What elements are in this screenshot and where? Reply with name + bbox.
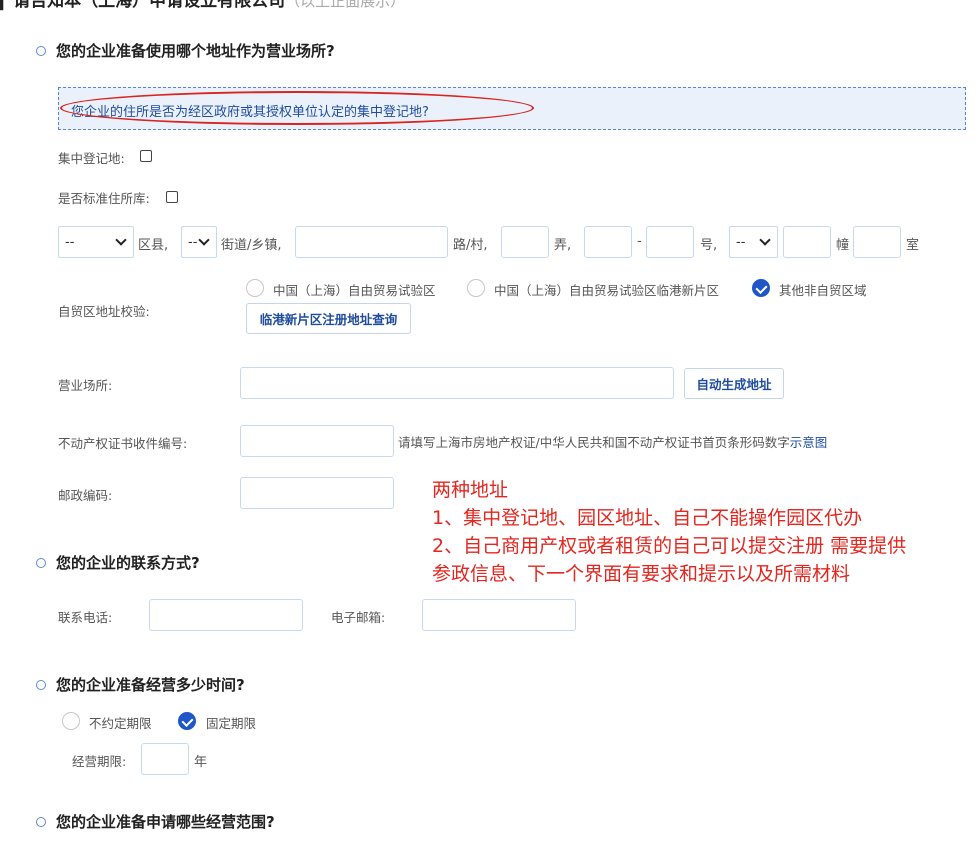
building-input[interactable] <box>783 226 831 258</box>
standard-address-library-checkbox[interactable] <box>166 191 178 203</box>
term-radio-unlimited[interactable] <box>62 712 80 730</box>
ftz-option-shanghai-label: 中国（上海）自由贸易试验区 <box>273 283 436 298</box>
district-select[interactable]: -- <box>58 226 134 258</box>
ftz-check-label: 自贸区地址校验: <box>58 304 150 319</box>
ftz-radio-other[interactable] <box>752 279 770 297</box>
ftz-option-lingang-label: 中国（上海）自由贸易试验区临港新片区 <box>494 283 720 298</box>
street-suffix: 街道/乡镇, <box>221 238 282 253</box>
question-address-text: 您的企业准备使用哪个地址作为营业场所? <box>56 42 335 60</box>
number-suffix: 号, <box>700 238 718 253</box>
chevron-down-icon <box>198 233 210 246</box>
room-suffix: 室 <box>906 238 920 253</box>
postcode-label: 邮政编码: <box>58 488 113 503</box>
term-period-label: 经营期限: <box>72 754 127 769</box>
question-term-title: 您的企业准备经营多少时间? <box>36 674 245 695</box>
chevron-down-icon <box>115 233 127 246</box>
business-place-input[interactable] <box>240 367 674 399</box>
term-period-unit: 年 <box>194 755 208 770</box>
bullet-circle-icon <box>36 679 46 690</box>
lingang-address-query-button[interactable]: 临港新片区注册地址查询 <box>246 303 411 334</box>
section-header-hint: （以上正面展示） <box>285 0 406 10</box>
business-place-label: 营业场所: <box>58 378 113 393</box>
bullet-circle-icon <box>36 45 46 56</box>
road-suffix: 路/村, <box>453 238 488 253</box>
term-radio-fixed[interactable] <box>178 712 196 730</box>
annotation-line-2: 1、集中登记地、园区地址、自己不能操作园区代办 <box>432 507 863 529</box>
property-cert-hint-text: 请填写上海市房地产权证/中华人民共和国不动产权证书首页条形码数字 <box>398 435 790 450</box>
street-select-value: -- <box>188 234 198 250</box>
district-select-value: -- <box>65 234 75 250</box>
question-term-text: 您的企业准备经营多少时间? <box>56 676 245 694</box>
road-input[interactable] <box>295 226 448 258</box>
property-cert-label: 不动产权证书收件编号: <box>58 436 188 451</box>
term-unlimited-label: 不约定期限 <box>89 716 152 731</box>
question-contact-title: 您的企业的联系方式? <box>36 552 200 573</box>
ftz-radio-lingang[interactable] <box>467 279 485 297</box>
building-suffix: 幢 <box>836 238 850 253</box>
lane-suffix: 弄, <box>554 238 572 253</box>
postcode-input[interactable] <box>240 477 394 509</box>
number-input-2[interactable] <box>646 226 694 258</box>
district-suffix: 区县, <box>138 238 169 253</box>
property-cert-input[interactable] <box>240 425 394 457</box>
central-registration-label: 集中登记地: <box>58 151 125 166</box>
building-select-value: -- <box>736 234 746 250</box>
email-input[interactable] <box>422 599 576 631</box>
red-annotation: 两种地址 1、集中登记地、园区地址、自己不能操作园区代办 2、自己商用产权或者租… <box>432 476 906 588</box>
question-address-title: 您的企业准备使用哪个地址作为营业场所? <box>36 40 335 61</box>
room-input[interactable] <box>853 226 901 258</box>
number-input-1[interactable] <box>584 226 632 258</box>
question-scope-title: 您的企业准备申请哪些经营范围? <box>36 811 275 832</box>
street-select[interactable]: -- <box>181 226 217 258</box>
email-label: 电子邮箱: <box>331 610 386 625</box>
question-contact-text: 您的企业的联系方式? <box>56 554 200 572</box>
central-registration-checkbox[interactable] <box>140 150 152 162</box>
bullet-circle-icon <box>36 557 46 568</box>
ftz-radio-shanghai[interactable] <box>246 279 264 297</box>
phone-label: 联系电话: <box>58 610 113 625</box>
section-header-title: ▎请告知本（上海）申请设立有限公司 <box>0 0 286 11</box>
red-circle-annotation <box>60 91 534 125</box>
lane-input[interactable] <box>501 226 549 258</box>
section-header-cut: ▎请告知本（上海）申请设立有限公司（以上正面展示） <box>0 0 405 11</box>
number-dash: - <box>637 234 642 249</box>
annotation-line-3: 2、自己商用产权或者租赁的自己可以提交注册 需要提供 <box>432 535 907 557</box>
phone-input[interactable] <box>149 599 303 631</box>
property-cert-hint: 请填写上海市房地产权证/中华人民共和国不动产权证书首页条形码数字示意图 <box>398 432 827 451</box>
ftz-option-other-label: 其他非自贸区域 <box>779 283 867 298</box>
bullet-circle-icon <box>36 816 46 827</box>
sample-image-link[interactable]: 示意图 <box>790 435 828 450</box>
annotation-line-1: 两种地址 <box>432 479 509 501</box>
term-period-input[interactable] <box>141 743 189 775</box>
auto-generate-address-button[interactable]: 自动生成地址 <box>684 368 784 399</box>
term-fixed-label: 固定期限 <box>206 716 257 731</box>
chevron-down-icon <box>759 233 771 246</box>
building-select[interactable]: -- <box>729 226 778 258</box>
annotation-line-4: 参政信息、下一个界面有要求和提示以及所需材料 <box>432 563 851 585</box>
question-scope-text: 您的企业准备申请哪些经营范围? <box>56 813 275 831</box>
standard-address-library-label: 是否标准住所库: <box>58 191 150 206</box>
